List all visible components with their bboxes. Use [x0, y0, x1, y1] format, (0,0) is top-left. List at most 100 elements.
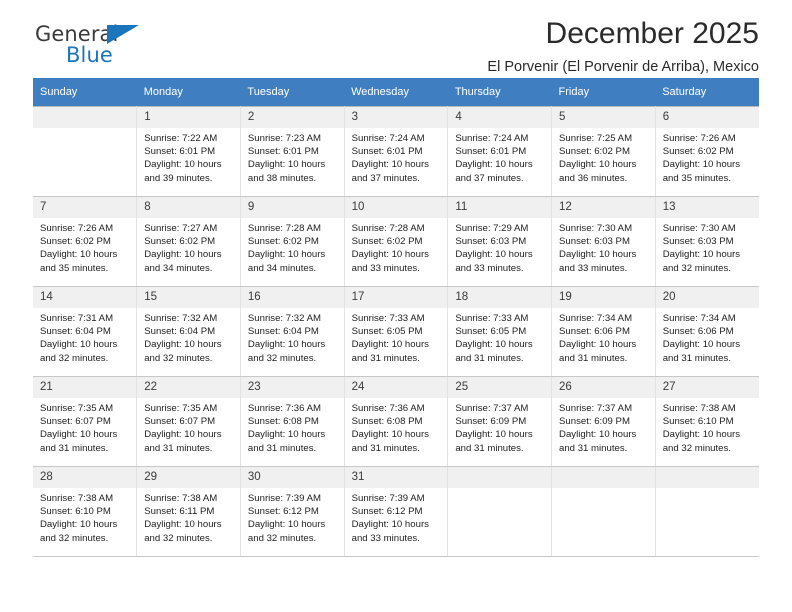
calendar-day-cell[interactable]: 11 Sunrise: 7:29 AM Sunset: 6:03 PM Dayligh… [447, 196, 553, 287]
day-number: 22 [137, 377, 240, 398]
day-number: 4 [448, 107, 552, 128]
day-daylight-text: and 32 minutes. [40, 352, 109, 364]
calendar-day-cell[interactable]: 13 Sunrise: 7:30 AM Sunset: 6:03 PM Dayligh… [655, 196, 759, 287]
day-number: 17 [344, 287, 448, 308]
day-sunset-text: Sunset: 6:02 PM [662, 146, 734, 158]
calendar-day-cell[interactable]: 17 Sunrise: 7:33 AM Sunset: 6:05 PM Dayligh… [344, 286, 449, 377]
calendar-day-cell[interactable]: 31 Sunrise: 7:39 AM Sunset: 6:12 PM Dayligh… [344, 466, 449, 557]
calendar-day-cell[interactable]: 10 Sunrise: 7:28 AM Sunset: 6:02 PM Dayligh… [344, 196, 449, 287]
day-sunrise-text: Sunrise: 7:28 AM [247, 223, 321, 234]
day-daylight-text: Daylight: 10 hours [144, 519, 222, 531]
day-daylight-text: Daylight: 10 hours [662, 249, 741, 261]
day-sunrise-text: Sunrise: 7:23 AM [247, 133, 321, 144]
day-sun-info: Sunrise: 7:31 AM Sunset: 6:04 PM Daylight:… [33, 308, 136, 365]
day-sun-info: Sunrise: 7:34 AM Sunset: 6:06 PM Daylight:… [552, 308, 655, 365]
page-header: General Blue December 2025 El Porvenir (… [33, 0, 759, 78]
day-number: 23 [240, 377, 344, 398]
calendar-day-cell[interactable]: 21 Sunrise: 7:35 AM Sunset: 6:07 PM Dayligh… [33, 376, 138, 467]
day-sunrise-text: Sunrise: 7:24 AM [351, 133, 425, 144]
day-sunrise-text: Sunrise: 7:37 AM [559, 403, 633, 414]
calendar-day-cell[interactable]: 14 Sunrise: 7:31 AM Sunset: 6:04 PM Dayligh… [33, 286, 138, 377]
calendar-cell-empty [655, 466, 759, 557]
day-number: 25 [448, 377, 552, 398]
weekday-header-friday: Friday [551, 78, 656, 107]
calendar-day-cell[interactable]: 3 Sunrise: 7:24 AM Sunset: 6:01 PM Daylight… [344, 106, 449, 197]
day-sunrise-text: Sunrise: 7:30 AM [662, 223, 736, 234]
day-sunset-text: Sunset: 6:04 PM [144, 326, 216, 338]
calendar-day-cell[interactable]: 22 Sunrise: 7:35 AM Sunset: 6:07 PM Dayligh… [136, 376, 241, 467]
weekday-header-sunday: Sunday [33, 78, 137, 107]
day-sunrise-text: Sunrise: 7:35 AM [40, 403, 114, 414]
calendar-day-cell[interactable]: 25 Sunrise: 7:37 AM Sunset: 6:09 PM Dayligh… [447, 376, 553, 467]
day-daylight-text: and 31 minutes. [247, 442, 317, 454]
day-sunset-text: Sunset: 6:01 PM [247, 146, 319, 158]
calendar-day-cell[interactable]: 20 Sunrise: 7:34 AM Sunset: 6:06 PM Dayligh… [655, 286, 759, 377]
day-number: 26 [552, 377, 655, 398]
day-sun-info: Sunrise: 7:30 AM Sunset: 6:03 PM Daylight:… [552, 218, 655, 275]
day-daylight-text: Daylight: 10 hours [351, 429, 429, 441]
calendar-day-cell[interactable]: 15 Sunrise: 7:32 AM Sunset: 6:04 PM Dayligh… [136, 286, 241, 377]
day-daylight-text: Daylight: 10 hours [40, 519, 118, 531]
day-sunset-text: Sunset: 6:02 PM [559, 146, 630, 158]
day-daylight-text: Daylight: 10 hours [40, 339, 118, 351]
day-sunrise-text: Sunrise: 7:30 AM [559, 223, 633, 234]
day-daylight-text: and 34 minutes. [247, 262, 317, 274]
day-sunrise-text: Sunrise: 7:31 AM [40, 313, 114, 324]
day-daylight-text: Daylight: 10 hours [559, 249, 637, 261]
calendar-day-cell[interactable]: 28 Sunrise: 7:38 AM Sunset: 6:10 PM Dayligh… [33, 466, 138, 557]
calendar-day-cell[interactable]: 4 Sunrise: 7:24 AM Sunset: 6:01 PM Daylight… [447, 106, 553, 197]
calendar-day-cell[interactable]: 30 Sunrise: 7:39 AM Sunset: 6:12 PM Dayligh… [240, 466, 345, 557]
day-daylight-text: and 32 minutes. [662, 442, 731, 454]
day-daylight-text: and 32 minutes. [144, 352, 213, 364]
day-daylight-text: Daylight: 10 hours [351, 339, 429, 351]
calendar-day-cell[interactable]: 26 Sunrise: 7:37 AM Sunset: 6:09 PM Dayligh… [551, 376, 656, 467]
day-sunrise-text: Sunrise: 7:33 AM [351, 313, 425, 324]
day-daylight-text: Daylight: 10 hours [351, 519, 429, 531]
calendar-day-cell[interactable]: 23 Sunrise: 7:36 AM Sunset: 6:08 PM Dayligh… [240, 376, 345, 467]
day-number: 27 [655, 377, 759, 398]
day-daylight-text: Daylight: 10 hours [662, 429, 741, 441]
day-daylight-text: Daylight: 10 hours [351, 159, 429, 171]
day-sunrise-text: Sunrise: 7:36 AM [247, 403, 321, 414]
day-sun-info: Sunrise: 7:26 AM Sunset: 6:02 PM Daylight:… [656, 128, 759, 185]
day-sunrise-text: Sunrise: 7:27 AM [144, 223, 218, 234]
day-sunrise-text: Sunrise: 7:35 AM [144, 403, 218, 414]
day-daylight-text: and 31 minutes. [455, 352, 524, 364]
calendar-day-cell[interactable]: 1 Sunrise: 7:22 AM Sunset: 6:01 PM Daylight… [136, 106, 241, 197]
calendar-day-cell[interactable]: 29 Sunrise: 7:38 AM Sunset: 6:11 PM Dayligh… [136, 466, 241, 557]
calendar-day-cell[interactable]: 16 Sunrise: 7:32 AM Sunset: 6:04 PM Dayligh… [240, 286, 345, 377]
day-daylight-text: and 36 minutes. [559, 172, 628, 184]
calendar-day-cell[interactable]: 9 Sunrise: 7:28 AM Sunset: 6:02 PM Daylight… [240, 196, 345, 287]
day-sunset-text: Sunset: 6:03 PM [662, 236, 734, 248]
calendar-day-cell[interactable]: 5 Sunrise: 7:25 AM Sunset: 6:02 PM Daylight… [551, 106, 656, 197]
day-sunset-text: Sunset: 6:02 PM [144, 236, 216, 248]
calendar-day-cell[interactable]: 27 Sunrise: 7:38 AM Sunset: 6:10 PM Dayligh… [655, 376, 759, 467]
day-daylight-text: and 32 minutes. [144, 532, 213, 544]
day-sunset-text: Sunset: 6:06 PM [662, 326, 734, 338]
day-number: 19 [552, 287, 655, 308]
day-daylight-text: and 33 minutes. [455, 262, 524, 274]
weekday-header-wednesday: Wednesday [344, 78, 448, 107]
day-sunrise-text: Sunrise: 7:37 AM [455, 403, 529, 414]
calendar-day-cell[interactable]: 7 Sunrise: 7:26 AM Sunset: 6:02 PM Daylight… [33, 196, 138, 287]
day-number: 8 [137, 197, 240, 218]
location-subtitle: El Porvenir (El Porvenir de Arriba), Mex… [487, 59, 759, 75]
calendar-day-cell[interactable]: 12 Sunrise: 7:30 AM Sunset: 6:03 PM Dayligh… [551, 196, 656, 287]
title-block: December 2025 El Porvenir (El Porvenir d… [487, 16, 759, 78]
calendar-week-row: 7 Sunrise: 7:26 AM Sunset: 6:02 PM Daylight… [33, 196, 759, 287]
page-title: December 2025 [545, 17, 759, 50]
calendar-day-cell[interactable]: 19 Sunrise: 7:34 AM Sunset: 6:06 PM Dayligh… [551, 286, 656, 377]
calendar-day-cell[interactable]: 2 Sunrise: 7:23 AM Sunset: 6:01 PM Daylight… [240, 106, 345, 197]
calendar-day-cell[interactable]: 18 Sunrise: 7:33 AM Sunset: 6:05 PM Dayligh… [447, 286, 553, 377]
day-sunrise-text: Sunrise: 7:36 AM [351, 403, 425, 414]
day-daylight-text: Daylight: 10 hours [559, 429, 637, 441]
calendar-day-cell[interactable]: 24 Sunrise: 7:36 AM Sunset: 6:08 PM Dayligh… [344, 376, 449, 467]
brand-logo[interactable]: General Blue [35, 22, 235, 74]
calendar-day-cell[interactable]: 6 Sunrise: 7:26 AM Sunset: 6:02 PM Daylight… [655, 106, 759, 197]
calendar-day-cell[interactable]: 8 Sunrise: 7:27 AM Sunset: 6:02 PM Daylight… [136, 196, 241, 287]
day-sunset-text: Sunset: 6:01 PM [144, 146, 216, 158]
day-sunset-text: Sunset: 6:01 PM [455, 146, 527, 158]
day-sun-info: Sunrise: 7:22 AM Sunset: 6:01 PM Daylight:… [137, 128, 240, 185]
day-daylight-text: and 31 minutes. [559, 352, 628, 364]
day-sunset-text: Sunset: 6:04 PM [40, 326, 111, 338]
